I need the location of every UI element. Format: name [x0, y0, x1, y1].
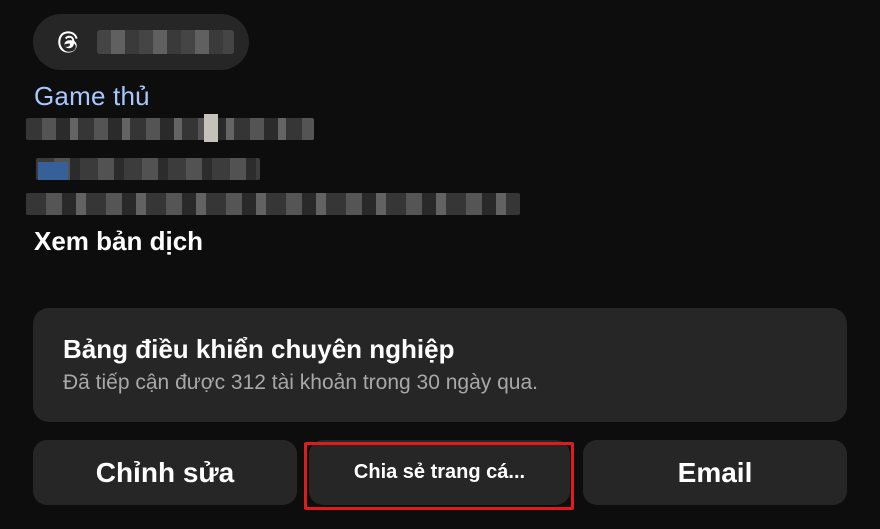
redacted-bio-line-2 [36, 158, 260, 180]
redacted-username [97, 30, 234, 54]
threads-profile-badge[interactable] [33, 14, 249, 70]
profile-category-link[interactable]: Game thủ [34, 81, 150, 112]
dashboard-subtitle: Đã tiếp cận được 312 tài khoản trong 30 … [63, 371, 538, 394]
threads-icon [55, 28, 83, 56]
share-profile-button[interactable]: Chia sẻ trang cá... [309, 440, 570, 505]
professional-dashboard-card[interactable]: Bảng điều khiển chuyên nghiệp Đã tiếp cậ… [33, 308, 847, 422]
profile-screen: Game thủ Xem bản dịch Bảng điều khiển ch… [0, 0, 880, 529]
edit-profile-button[interactable]: Chỉnh sửa [33, 440, 297, 505]
redacted-bio-line-3 [26, 193, 520, 215]
email-button[interactable]: Email [583, 440, 847, 505]
redacted-bio-line-1 [26, 114, 314, 142]
see-translation-link[interactable]: Xem bản dịch [34, 226, 203, 257]
dashboard-title: Bảng điều khiển chuyên nghiệp [63, 334, 455, 364]
